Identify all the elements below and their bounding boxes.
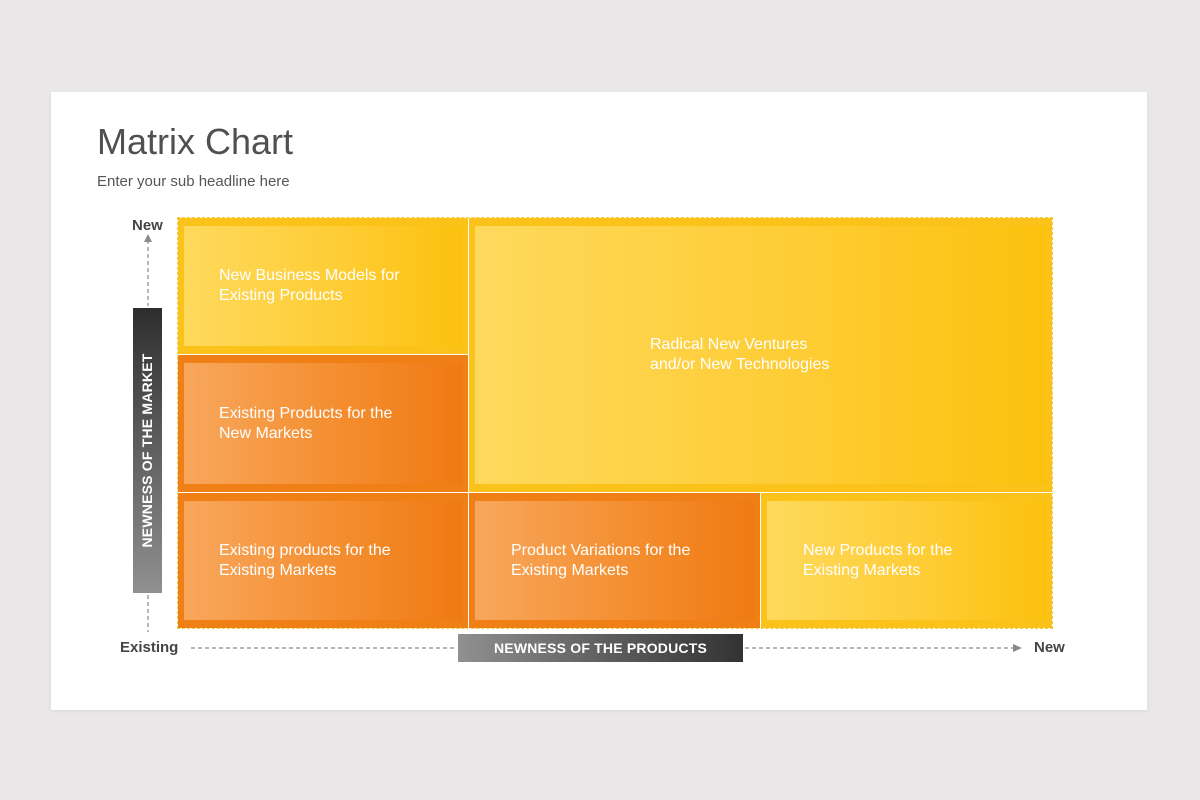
y-axis-badge: NEWNESS OF THE MARKET (133, 308, 162, 593)
page-stage: Matrix Chart Enter your sub headline her… (0, 0, 1200, 800)
x-axis-badge: NEWNESS OF THE PRODUCTS (458, 634, 743, 662)
y-axis-arrow-icon (144, 234, 152, 242)
x-axis-arrow-icon (1013, 644, 1022, 652)
x-axis-end-label: New (1034, 639, 1065, 656)
x-axis-start-label: Existing (120, 639, 179, 656)
slide: Matrix Chart Enter your sub headline her… (51, 92, 1147, 710)
y-axis-badge-text: NEWNESS OF THE MARKET (139, 353, 155, 548)
y-axis-top-label: New (132, 217, 163, 234)
axis-lines (144, 234, 1022, 652)
